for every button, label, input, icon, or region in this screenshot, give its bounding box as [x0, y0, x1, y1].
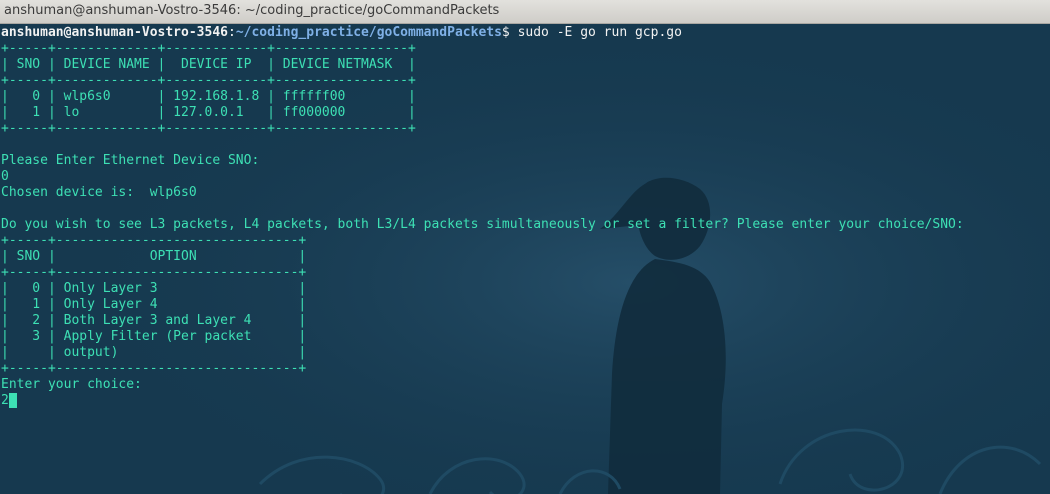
command-prompt-line: anshuman@anshuman-Vostro-3546:~/coding_p…	[1, 25, 1049, 41]
window-titlebar[interactable]: anshuman@anshuman-Vostro-3546: ~/coding_…	[0, 0, 1050, 24]
device-input-value: 0	[1, 169, 9, 184]
option-table-row: | 2 | Both Layer 3 and Layer 4 |	[1, 313, 307, 328]
option-table-row: | 0 | Only Layer 3 |	[1, 281, 307, 296]
device-table-row: | 1 | lo | 127.0.0.1 | ff000000 |	[1, 105, 416, 120]
prompt-user-host: anshuman@anshuman-Vostro-3546	[1, 25, 228, 40]
option-table-border-bottom: +-----+-------------------------------+	[1, 361, 307, 376]
terminal-cursor	[8, 393, 17, 408]
option-table-header: | SNO | OPTION |	[1, 249, 307, 264]
prompt-separator: :	[227, 25, 236, 40]
option-table-row: | 3 | Apply Filter (Per packet |	[1, 329, 307, 344]
choice-input-value: 2	[1, 393, 9, 408]
window-title: anshuman@anshuman-Vostro-3546: ~/coding_…	[4, 3, 500, 18]
prompt-symbol: $	[501, 25, 518, 40]
option-table-border-mid: +-----+-------------------------------+	[1, 265, 307, 280]
prompt-command: sudo -E go run gcp.go	[517, 25, 682, 40]
device-table-border-top: +-----+-------------+-------------+-----…	[1, 41, 416, 56]
choice-prompt-text: Enter your choice:	[1, 377, 142, 392]
device-prompt-text: Please Enter Ethernet Device SNO:	[1, 153, 260, 168]
chosen-device-text: Chosen device is: wlp6s0	[1, 185, 197, 200]
device-table-header: | SNO | DEVICE NAME | DEVICE IP | DEVICE…	[1, 57, 416, 72]
device-table-row: | 0 | wlp6s0 | 192.168.1.8 | ffffff00 |	[1, 89, 416, 104]
option-table-row: | | output) |	[1, 345, 307, 360]
option-table-border-top: +-----+-------------------------------+	[1, 233, 307, 248]
terminal-output[interactable]: anshuman@anshuman-Vostro-3546:~/coding_p…	[1, 25, 1049, 493]
option-table-row: | 1 | Only Layer 4 |	[1, 297, 307, 312]
prompt-path: ~/coding_practice/goCommandPackets	[235, 25, 502, 40]
choice-input-line[interactable]: 2	[1, 393, 1049, 409]
device-table-border-mid: +-----+-------------+-------------+-----…	[1, 73, 416, 88]
choice-question-text: Do you wish to see L3 packets, L4 packet…	[1, 217, 964, 232]
device-table-border-bottom: +-----+-------------+-------------+-----…	[1, 121, 416, 136]
